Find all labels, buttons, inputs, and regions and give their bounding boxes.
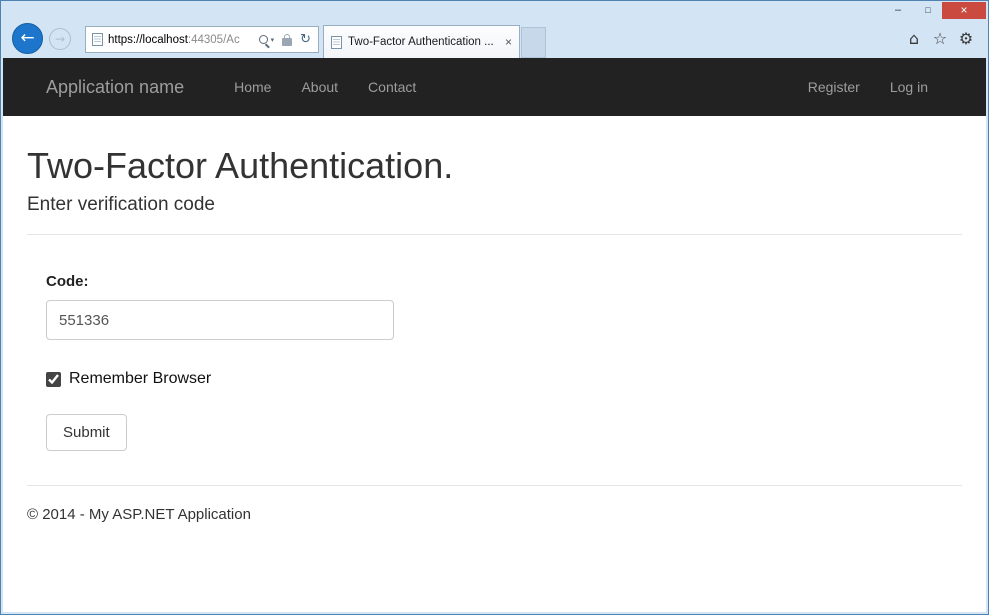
lock-icon (282, 38, 292, 46)
settings-gear-icon[interactable]: ⚙ (957, 29, 975, 48)
footer-copyright: © 2014 - My ASP.NET Application (27, 506, 962, 523)
page-title: Two-Factor Authentication. (27, 145, 962, 186)
browser-window: – □ × ← → https://localhost:44305/Ac ▾ ↻ (0, 0, 989, 615)
search-dropdown-button[interactable]: ▾ (255, 27, 279, 52)
tab-close-icon[interactable]: × (505, 36, 512, 48)
nav-link-about[interactable]: About (286, 79, 353, 95)
maximize-button[interactable]: □ (914, 2, 942, 19)
page-subtitle: Enter verification code (27, 194, 962, 216)
chevron-down-icon: ▾ (271, 36, 275, 44)
navbar-links: Home About Contact (219, 79, 431, 95)
refresh-icon: ↻ (300, 33, 311, 46)
refresh-button[interactable]: ↻ (296, 27, 315, 52)
new-tab-button[interactable] (521, 27, 546, 58)
address-bar[interactable]: https://localhost:44305/Ac ▾ ↻ (85, 26, 319, 53)
browser-tab[interactable]: Two-Factor Authentication ... × (323, 25, 520, 58)
page-icon (331, 36, 342, 49)
page-icon (92, 33, 103, 46)
divider (27, 234, 962, 235)
url-text: https://localhost:44305/Ac (108, 34, 255, 46)
web-page: Application name Home About Contact Regi… (3, 58, 986, 612)
nav-link-contact[interactable]: Contact (353, 79, 431, 95)
divider (27, 485, 962, 486)
navbar-account-links: Register Log in (793, 79, 943, 95)
url-path: :44305/Ac (188, 34, 240, 46)
tab-title: Two-Factor Authentication ... (348, 36, 499, 48)
nav-link-register[interactable]: Register (793, 79, 875, 95)
navbar-brand[interactable]: Application name (46, 77, 184, 98)
close-window-button[interactable]: × (942, 2, 986, 19)
submit-button[interactable]: Submit (46, 414, 127, 451)
security-report-button[interactable] (278, 27, 296, 52)
url-host: https://localhost (108, 34, 188, 46)
home-icon[interactable]: ⌂ (905, 29, 923, 48)
remember-browser-checkbox[interactable] (46, 372, 61, 387)
favorites-star-icon[interactable]: ☆ (931, 29, 949, 48)
code-input[interactable] (46, 300, 394, 340)
forward-button[interactable]: → (49, 28, 71, 50)
nav-link-home[interactable]: Home (219, 79, 286, 95)
verify-code-form: Code: Remember Browser Submit (46, 273, 962, 451)
site-navbar: Application name Home About Contact Regi… (3, 58, 986, 116)
search-icon (259, 35, 268, 44)
main-content: Two-Factor Authentication. Enter verific… (3, 116, 986, 523)
minimize-button[interactable]: – (884, 2, 912, 19)
code-label: Code: (46, 273, 962, 290)
remember-browser-label: Remember Browser (69, 370, 211, 388)
nav-link-login[interactable]: Log in (875, 79, 943, 95)
back-button[interactable]: ← (12, 23, 43, 54)
